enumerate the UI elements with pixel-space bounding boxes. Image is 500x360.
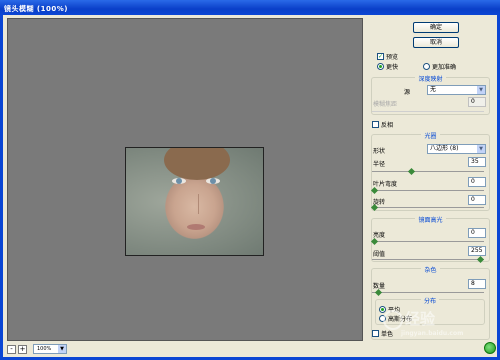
radius-field[interactable]: 35 [468, 157, 486, 167]
mono-checkbox[interactable] [372, 330, 379, 337]
zoom-out-button[interactable]: - [7, 344, 16, 354]
blade-curvature-slider[interactable] [370, 186, 484, 195]
amount-field[interactable]: 8 [468, 279, 486, 289]
zoom-in-button[interactable]: + [18, 344, 27, 354]
chevron-down-icon: ▼ [58, 345, 66, 353]
blade-curvature-field[interactable]: 0 [468, 177, 486, 187]
ok-button[interactable]: 确定 [413, 22, 459, 33]
watermark-site: jingyan.baidu.com [401, 329, 464, 337]
watermark-logo: 经验 jingyan.baidu.com [383, 308, 491, 342]
blur-focal-field[interactable]: 0 [468, 97, 486, 107]
faster-row[interactable]: 更快 [377, 62, 398, 71]
invert-row[interactable]: 反相 [372, 120, 393, 129]
shape-select[interactable]: 八边形 (8) ▼ [427, 144, 486, 154]
depth-map-group: 深度映射 [371, 76, 490, 115]
preview-row[interactable]: ✓ 预览 [377, 52, 398, 61]
radius-label: 半径 [373, 161, 386, 168]
watermark-text: 经验 [405, 310, 436, 328]
zoom-bar: - + 100% ▼ [7, 343, 67, 355]
threshold-label: 阈值 [373, 251, 386, 258]
preview-options: ✓ 预览 更快 更加准确 [368, 52, 490, 72]
blur-focal-slider[interactable] [372, 111, 484, 112]
iris-title: 光圈 [421, 133, 440, 140]
source-select[interactable]: 无 ▼ [427, 85, 486, 95]
accurate-label: 更加准确 [432, 64, 457, 71]
zoom-select[interactable]: 100% ▼ [33, 344, 67, 354]
rotation-slider[interactable] [370, 203, 484, 212]
noise-title: 杂色 [421, 267, 440, 274]
brightness-field[interactable]: 0 [468, 228, 486, 238]
source-label: 源 [404, 89, 411, 96]
distribution-title: 分布 [420, 298, 439, 305]
cancel-button[interactable]: 取消 [413, 37, 459, 48]
blade-curvature-label: 叶片弯度 [373, 181, 398, 188]
faster-radio[interactable] [377, 63, 384, 70]
zoom-value: 100% [37, 346, 52, 352]
shape-value: 八边形 (8) [430, 145, 459, 152]
preview-label: 预览 [386, 54, 399, 61]
chevron-down-icon: ▼ [477, 145, 485, 153]
photo-eye-left [172, 178, 186, 184]
shape-label: 形状 [373, 148, 386, 155]
specular-title: 镜面高光 [415, 217, 446, 224]
depth-map-title: 深度映射 [415, 76, 446, 83]
blur-focal-label: 模糊焦距 [373, 101, 398, 108]
accurate-radio[interactable] [423, 63, 430, 70]
source-value: 无 [430, 86, 437, 93]
window-title: 镜头模糊 (100%) [0, 0, 500, 15]
resize-grip-icon[interactable] [484, 342, 496, 354]
photo-nose [193, 194, 199, 214]
rotation-field[interactable]: 0 [468, 195, 486, 205]
faster-label: 更快 [386, 64, 399, 71]
photo-lips [187, 224, 205, 230]
radius-slider[interactable] [372, 167, 484, 176]
preview-photo [125, 147, 264, 256]
preview-canvas[interactable] [7, 18, 363, 341]
brightness-slider[interactable] [370, 237, 484, 246]
photo-hair [164, 148, 230, 180]
amount-slider[interactable] [372, 288, 484, 297]
threshold-slider[interactable] [372, 255, 485, 264]
invert-label: 反相 [381, 122, 394, 129]
accurate-row[interactable]: 更加准确 [423, 62, 456, 71]
chevron-down-icon: ▼ [477, 86, 485, 94]
preview-checkbox[interactable]: ✓ [377, 53, 384, 60]
invert-checkbox[interactable] [372, 121, 379, 128]
threshold-field[interactable]: 255 [468, 246, 486, 256]
paw-icon [383, 309, 403, 330]
photo-eye-right [206, 178, 220, 184]
